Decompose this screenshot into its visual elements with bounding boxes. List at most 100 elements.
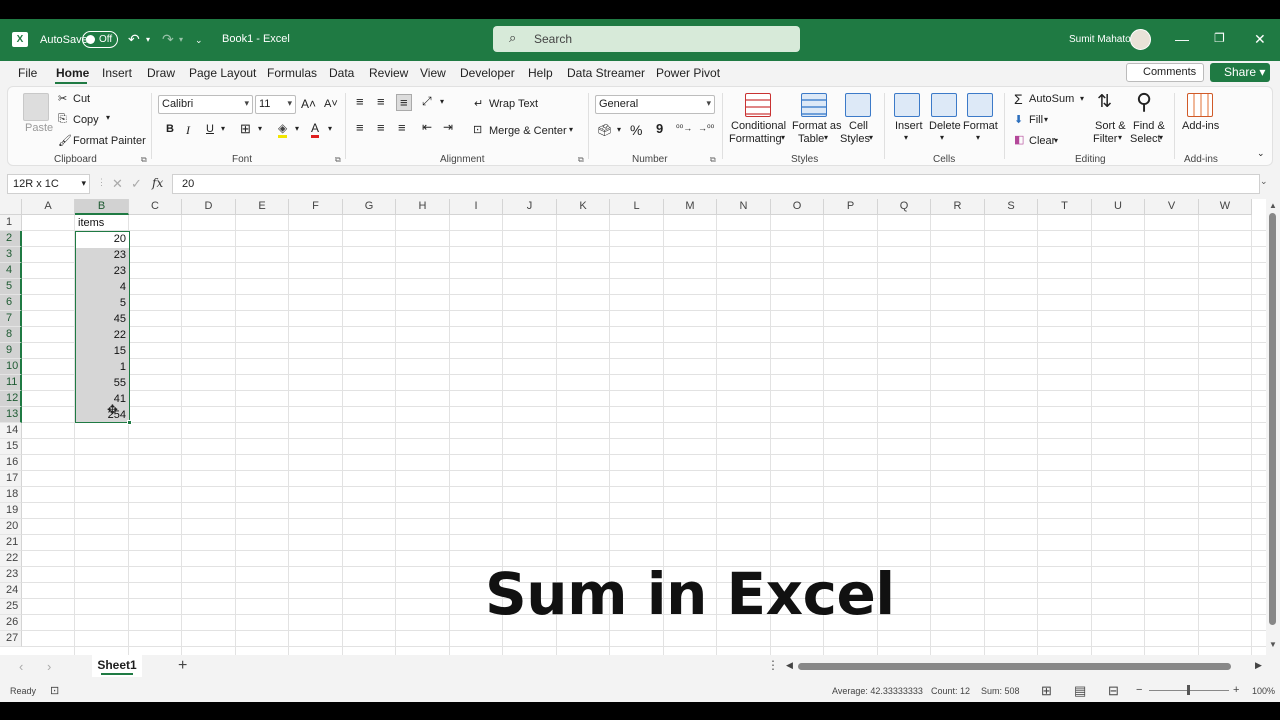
- cell-b10[interactable]: 1: [77, 359, 126, 375]
- add-ins-button[interactable]: Add-ins: [1182, 120, 1219, 132]
- insert-cells-icon[interactable]: [894, 93, 920, 117]
- number-launcher-icon[interactable]: ⧉: [710, 155, 716, 165]
- tab-data[interactable]: Data: [329, 66, 354, 80]
- conditional-formatting-label[interactable]: Conditional: [731, 120, 786, 132]
- collapse-ribbon-icon[interactable]: ⌄: [1257, 148, 1265, 159]
- row-header-4[interactable]: 4: [0, 263, 22, 279]
- row-header-11[interactable]: 11: [0, 375, 22, 391]
- delete-cells-button[interactable]: Delete: [929, 120, 961, 132]
- zoom-out-icon[interactable]: −: [1136, 684, 1142, 696]
- row-header-1[interactable]: 1: [0, 215, 22, 231]
- zoom-level[interactable]: 100%: [1252, 686, 1275, 696]
- cell-b3[interactable]: 23: [77, 247, 126, 263]
- tab-formulas[interactable]: Formulas: [267, 66, 317, 80]
- column-header-l[interactable]: L: [610, 199, 664, 215]
- format-cells-button[interactable]: Format: [963, 120, 998, 132]
- clear-dropdown-icon[interactable]: ▾: [1054, 136, 1058, 145]
- sort-filter-icon[interactable]: ⇅: [1097, 91, 1112, 112]
- conditional-formatting-label-2[interactable]: Formatting: [729, 133, 782, 145]
- merge-dropdown-icon[interactable]: ▾: [569, 125, 573, 134]
- paste-label[interactable]: Paste: [25, 122, 53, 134]
- grow-font-icon[interactable]: A˄: [301, 97, 316, 111]
- orientation-icon[interactable]: ⤢: [422, 94, 432, 109]
- row-header-17[interactable]: 17: [0, 471, 22, 487]
- copy-button[interactable]: Copy: [73, 114, 99, 126]
- autosum-dropdown-icon[interactable]: ▾: [1080, 94, 1084, 103]
- paste-icon[interactable]: [23, 93, 49, 121]
- font-color-icon[interactable]: A: [311, 121, 320, 138]
- clipboard-launcher-icon[interactable]: ⧉: [141, 155, 147, 165]
- cell-b5[interactable]: 4: [77, 279, 126, 295]
- row-header-3[interactable]: 3: [0, 247, 22, 263]
- format-cells-icon[interactable]: [967, 93, 993, 117]
- borders-dropdown-icon[interactable]: ▾: [258, 124, 262, 133]
- zoom-slider-knob[interactable]: [1187, 685, 1190, 695]
- column-header-m[interactable]: M: [664, 199, 717, 215]
- add-ins-icon[interactable]: [1187, 93, 1213, 117]
- column-header-o[interactable]: O: [771, 199, 824, 215]
- scroll-up-icon[interactable]: ▲: [1269, 201, 1277, 210]
- underline-button[interactable]: U: [206, 123, 214, 135]
- scroll-down-icon[interactable]: ▼: [1269, 640, 1277, 649]
- undo-dropdown-icon[interactable]: ▾: [146, 35, 150, 44]
- row-header-27[interactable]: 27: [0, 631, 22, 647]
- column-header-d[interactable]: D: [182, 199, 236, 215]
- fill-handle[interactable]: [127, 420, 132, 425]
- column-header-p[interactable]: P: [824, 199, 878, 215]
- insert-dropdown-icon[interactable]: ▾: [904, 133, 908, 142]
- column-header-v[interactable]: V: [1145, 199, 1199, 215]
- cell-styles-label[interactable]: Cell: [849, 120, 868, 132]
- close-icon[interactable]: ✕: [1254, 31, 1266, 48]
- accounting-format-icon[interactable]: 🗳: [597, 123, 612, 137]
- restore-icon[interactable]: ❐: [1214, 31, 1225, 45]
- alignment-launcher-icon[interactable]: ⧉: [578, 155, 584, 165]
- clear-button[interactable]: Clear: [1029, 135, 1055, 147]
- fill-dropdown-icon[interactable]: ▾: [1044, 115, 1048, 124]
- format-as-table-label-2[interactable]: Table: [798, 133, 824, 145]
- horizontal-scroll-thumb[interactable]: [798, 663, 1231, 670]
- column-header-g[interactable]: G: [343, 199, 396, 215]
- column-header-s[interactable]: S: [985, 199, 1038, 215]
- insert-function-button[interactable]: fx: [152, 176, 163, 190]
- row-header-2[interactable]: 2: [0, 231, 22, 247]
- find-select-label[interactable]: Find &: [1133, 120, 1165, 132]
- accounting-dropdown-icon[interactable]: ▾: [617, 125, 621, 134]
- find-select-icon[interactable]: ⚲: [1136, 89, 1152, 115]
- tab-file[interactable]: File: [18, 66, 37, 80]
- bold-button[interactable]: B: [166, 123, 174, 135]
- share-button[interactable]: Share ▾: [1210, 63, 1270, 82]
- align-left-icon[interactable]: ≡: [356, 120, 364, 135]
- avatar[interactable]: [1130, 29, 1151, 50]
- undo-icon[interactable]: ↶: [128, 31, 140, 48]
- borders-icon[interactable]: ⊞: [240, 121, 251, 137]
- page-layout-view-icon[interactable]: ▤: [1074, 683, 1086, 699]
- search-box[interactable]: ⌕ Search: [493, 26, 800, 52]
- font-launcher-icon[interactable]: ⧉: [335, 155, 341, 165]
- vertical-scroll-thumb[interactable]: [1269, 213, 1276, 625]
- column-header-r[interactable]: R: [931, 199, 985, 215]
- delete-dropdown-icon[interactable]: ▾: [940, 133, 944, 142]
- shrink-font-icon[interactable]: A˅: [324, 98, 338, 110]
- tab-review[interactable]: Review: [369, 66, 408, 80]
- find-dropdown-icon[interactable]: ▾: [1159, 133, 1163, 142]
- format-as-table-icon[interactable]: [801, 93, 827, 117]
- more-options-icon[interactable]: ⋮: [767, 658, 779, 672]
- zoom-in-icon[interactable]: +: [1233, 684, 1239, 696]
- select-all-corner[interactable]: [0, 199, 22, 215]
- find-select-label-2[interactable]: Select: [1130, 133, 1161, 145]
- format-painter-button[interactable]: Format Painter: [73, 135, 146, 147]
- column-header-n[interactable]: N: [717, 199, 771, 215]
- page-break-view-icon[interactable]: ⊟: [1108, 683, 1119, 699]
- number-format-select[interactable]: General ▾: [595, 95, 715, 114]
- redo-dropdown-icon[interactable]: ▾: [179, 35, 183, 44]
- formula-input[interactable]: 20: [172, 174, 1260, 194]
- autosave-toggle[interactable]: Off: [82, 31, 118, 48]
- tab-insert[interactable]: Insert: [102, 66, 132, 80]
- row-header-19[interactable]: 19: [0, 503, 22, 519]
- column-header-j[interactable]: J: [503, 199, 557, 215]
- decrease-indent-icon[interactable]: ⇤: [422, 120, 432, 134]
- row-header-25[interactable]: 25: [0, 599, 22, 615]
- cancel-entry-icon[interactable]: ✕: [112, 176, 123, 192]
- column-header-k[interactable]: K: [557, 199, 610, 215]
- tab-page-layout[interactable]: Page Layout: [189, 66, 256, 80]
